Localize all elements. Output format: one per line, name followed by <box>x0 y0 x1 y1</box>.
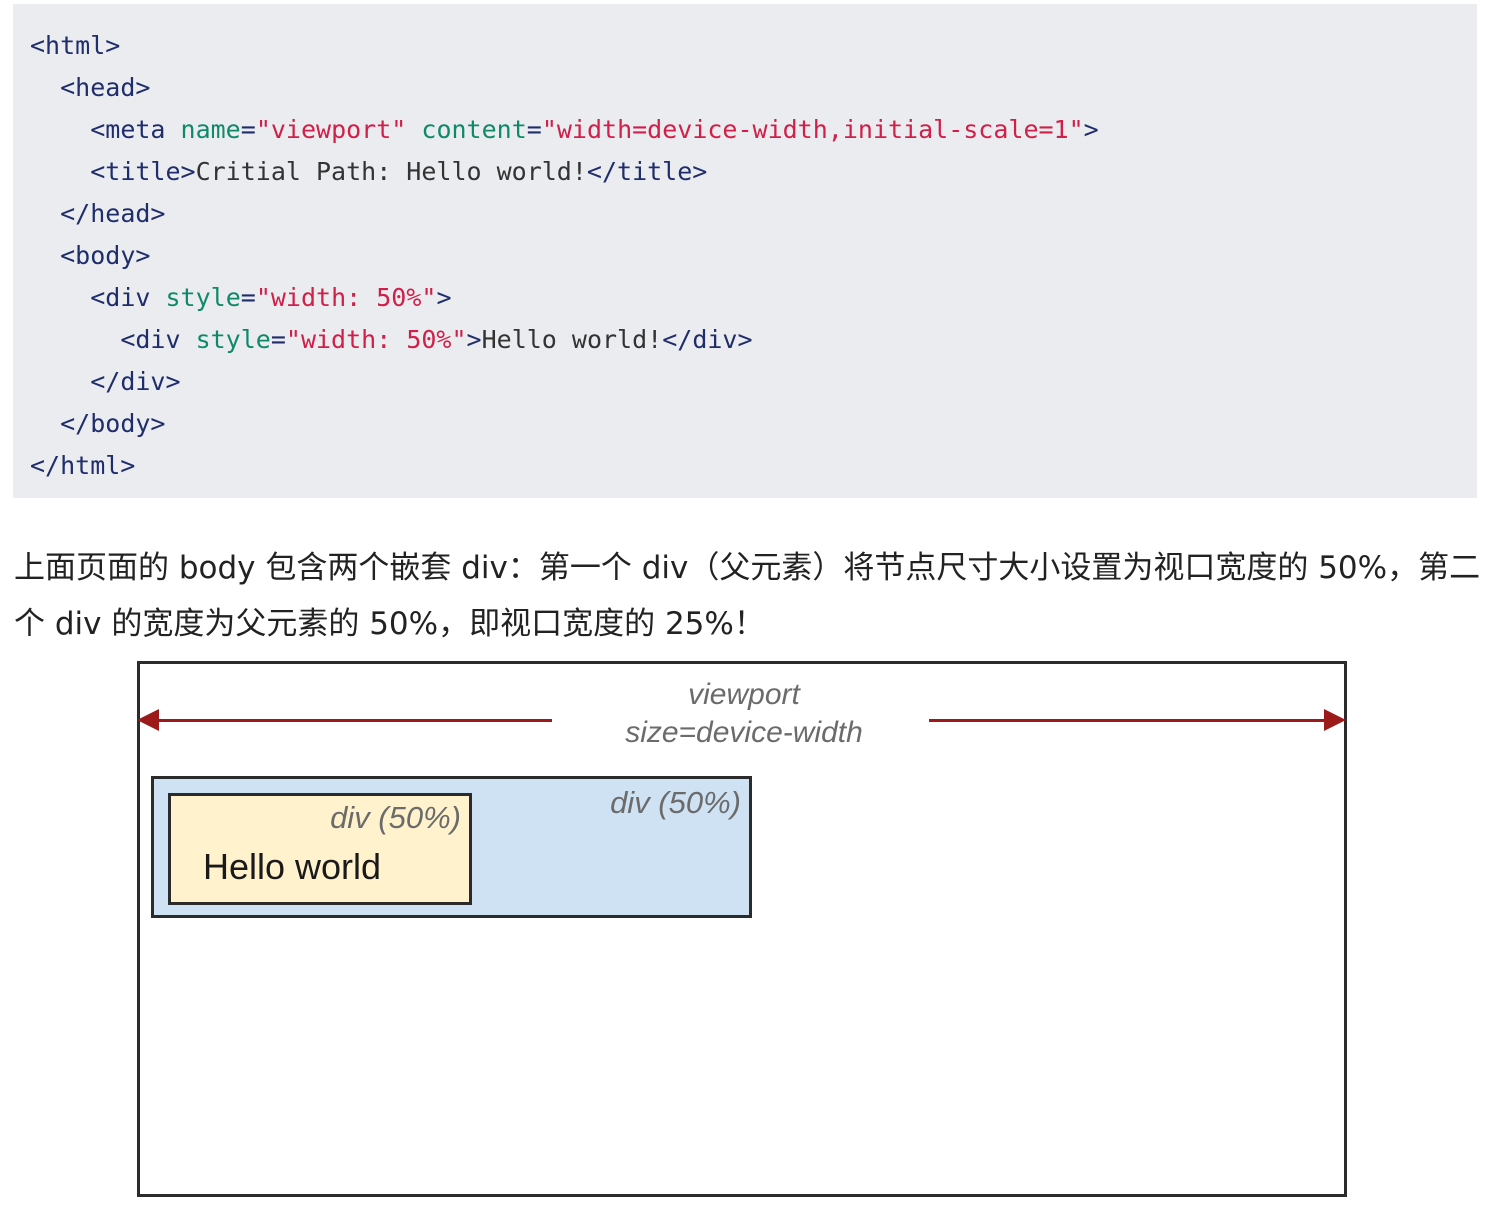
code-token-tag <box>406 115 421 144</box>
code-token-tag: <html> <box>30 31 121 60</box>
code-line: <div style="width: 50%"> <box>13 277 1477 319</box>
code-line: <html> <box>13 25 1477 67</box>
code-token-attr: content <box>421 115 527 144</box>
code-token-str: "width: 50%" <box>255 283 437 312</box>
code-line: <div style="width: 50%">Hello world!</di… <box>13 319 1477 361</box>
code-token-tag: </html> <box>30 451 136 480</box>
code-token-attr: style <box>165 283 241 312</box>
viewport-label-line2: size=device-width <box>625 716 863 749</box>
code-token-tag: = <box>240 283 256 312</box>
code-token-tag: <div <box>120 325 196 354</box>
outer-div-label: div (50%) <box>610 785 741 820</box>
arrowhead-left-icon <box>137 709 159 731</box>
code-line: <head> <box>13 67 1477 109</box>
code-line: </div> <box>13 361 1477 403</box>
code-token-txt: Hello world! <box>481 325 663 354</box>
code-token-str: "viewport" <box>255 115 407 144</box>
code-line: <title>Critial Path: Hello world!</title… <box>13 151 1477 193</box>
arrowhead-right-icon <box>1324 709 1346 731</box>
code-token-tag: </title> <box>586 157 708 186</box>
code-token-tag: <meta <box>90 115 181 144</box>
viewport-label: viewport size=device-width <box>574 676 914 752</box>
code-line: </html> <box>13 445 1477 487</box>
viewport-label-line1: viewport <box>688 678 800 711</box>
code-line: <meta name="viewport" content="width=dev… <box>13 109 1477 151</box>
outer-div-box: div (50%) div (50%) Hello world <box>151 776 752 918</box>
code-token-tag: <div <box>90 283 166 312</box>
code-token-tag: </div> <box>662 325 753 354</box>
code-line: </body> <box>13 403 1477 445</box>
code-token-attr: style <box>195 325 271 354</box>
viewport-width-arrow-right <box>929 719 1331 722</box>
inner-div-label: div (50%) <box>330 800 461 835</box>
code-token-tag: </body> <box>60 409 166 438</box>
code-line: <body> <box>13 235 1477 277</box>
viewport-width-arrow-left <box>144 719 552 722</box>
code-token-tag: = <box>240 115 256 144</box>
hello-world-text: Hello world <box>203 846 382 887</box>
code-line: </head> <box>13 193 1477 235</box>
code-token-tag: </head> <box>60 199 166 228</box>
viewport-diagram: viewport size=device-width div (50%) div… <box>134 658 1352 1203</box>
code-token-tag: <title> <box>90 157 196 186</box>
code-token-str: "width=device-width,initial-scale=1" <box>541 115 1084 144</box>
code-token-tag: > <box>466 325 482 354</box>
code-token-tag: > <box>436 283 452 312</box>
code-token-tag: > <box>1083 115 1099 144</box>
code-token-tag: </div> <box>90 367 181 396</box>
code-token-str: "width: 50%" <box>285 325 467 354</box>
explanation-paragraph: 上面页面的 body 包含两个嵌套 div：第一个 div（父元素）将节点尺寸大… <box>14 550 1481 642</box>
code-token-tag: <head> <box>60 73 151 102</box>
code-block: <html> <head> <meta name="viewport" cont… <box>13 4 1477 498</box>
code-token-tag: = <box>526 115 542 144</box>
code-token-txt: Critial Path: Hello world! <box>195 157 587 186</box>
code-token-attr: name <box>180 115 241 144</box>
code-token-tag: = <box>270 325 286 354</box>
code-token-tag: <body> <box>60 241 151 270</box>
inner-div-box: div (50%) Hello world <box>168 793 472 905</box>
